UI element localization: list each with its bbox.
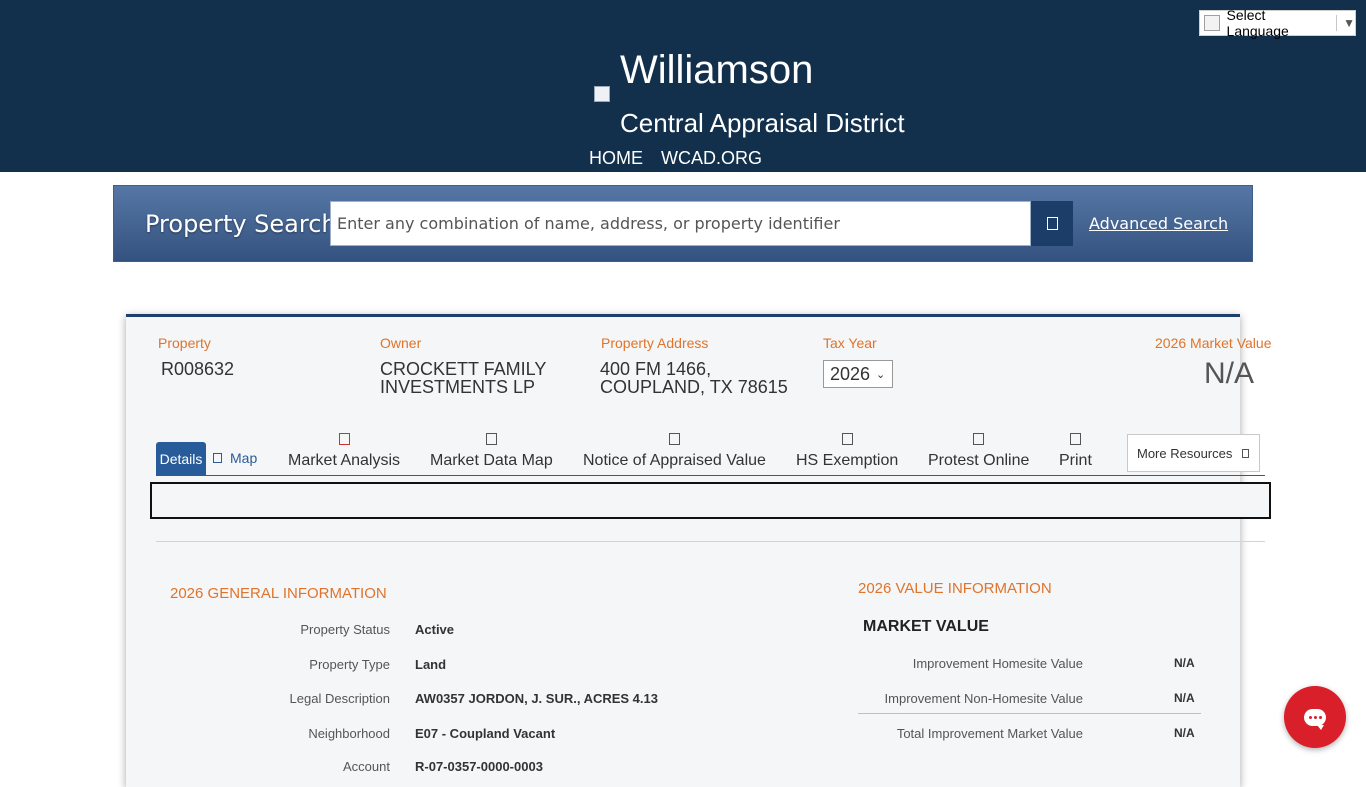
site-header: Williamson Central Appraisal District HO… xyxy=(0,0,1366,172)
nav-home-link[interactable]: HOME xyxy=(589,148,643,168)
top-nav: HOME WCAD.ORG xyxy=(589,148,762,168)
document-icon xyxy=(668,433,680,445)
tool-market-analysis[interactable]: Market Analysis xyxy=(288,433,400,470)
general-row-value: Active xyxy=(415,622,455,637)
advanced-search-link[interactable]: Advanced Search xyxy=(1089,214,1228,233)
nav-wcad-link[interactable]: WCAD.ORG xyxy=(661,148,762,168)
tool-label: Print xyxy=(1059,452,1092,469)
market-value-heading: MARKET VALUE xyxy=(863,618,989,635)
search-input[interactable] xyxy=(330,201,1031,246)
owner-line-2: INVESTMENTS LP xyxy=(380,377,536,397)
google-translate-icon xyxy=(1204,15,1220,31)
language-separator xyxy=(1336,15,1338,31)
tool-hs-exemption[interactable]: HS Exemption xyxy=(796,433,898,470)
tab-map-label: Map xyxy=(230,450,258,466)
map-icon xyxy=(485,433,497,445)
tab-map[interactable]: Map xyxy=(213,450,257,466)
search-title: Property Search xyxy=(145,210,337,238)
general-row-label: Neighborhood xyxy=(308,726,390,741)
general-row-label: Legal Description xyxy=(289,691,390,706)
map-marker-icon xyxy=(213,453,222,463)
site-title: Williamson xyxy=(620,48,814,92)
print-icon xyxy=(1069,433,1081,445)
chart-icon xyxy=(338,433,350,445)
gavel-icon xyxy=(973,433,985,445)
tool-notice-of-appraised-value[interactable]: Notice of Appraised Value xyxy=(583,433,766,470)
chat-bubble-icon xyxy=(1304,708,1326,730)
market-value: N/A xyxy=(1203,357,1254,390)
value-row-label: Total Improvement Market Value xyxy=(896,726,1083,741)
tax-year-select[interactable]: 2026 ⌄ xyxy=(823,360,893,388)
dropdown-arrow-icon: ▼ xyxy=(1343,16,1355,30)
tab-details[interactable]: Details xyxy=(156,442,206,476)
general-row-value: R-07-0357-0000-0003 xyxy=(415,759,543,774)
property-label: Property xyxy=(158,335,211,351)
value-row-value: N/A xyxy=(1174,726,1195,740)
tool-label: Market Data Map xyxy=(430,452,553,469)
search-button[interactable] xyxy=(1031,201,1073,246)
address-line-1: 400 FM 1466, xyxy=(600,359,712,379)
tab-content-panel xyxy=(150,482,1271,519)
general-row-value: E07 - Coupland Vacant xyxy=(415,726,556,741)
search-icon xyxy=(1046,217,1058,230)
chat-button[interactable] xyxy=(1284,686,1346,748)
language-label: Select Language xyxy=(1226,7,1289,39)
section-divider xyxy=(156,541,1265,542)
owner-line-1: CROCKETT FAMILY xyxy=(380,359,547,379)
value-row-label: Improvement Homesite Value xyxy=(912,656,1083,671)
more-resources-label: More Resources xyxy=(1137,445,1233,461)
tool-label: Market Analysis xyxy=(288,452,401,469)
tool-label: Protest Online xyxy=(928,452,1030,469)
general-row-label: Property Type xyxy=(309,657,390,672)
owner-label: Owner xyxy=(380,335,422,351)
value-row-label: Improvement Non-Homesite Value xyxy=(884,691,1083,706)
logo-image xyxy=(594,86,610,102)
chevron-down-icon xyxy=(1242,448,1250,458)
tool-protest-online[interactable]: Protest Online xyxy=(928,433,1029,470)
tool-label: HS Exemption xyxy=(796,452,899,469)
general-row-label: Property Status xyxy=(300,622,390,637)
tool-label: Notice of Appraised Value xyxy=(583,452,766,469)
property-card: Property R008632 Owner CROCKETT FAMILY I… xyxy=(126,314,1271,787)
site-subtitle: Central Appraisal District xyxy=(620,108,905,138)
tool-print[interactable]: Print xyxy=(1059,433,1092,470)
tax-year-value: 2026 xyxy=(830,363,871,384)
value-row-value: N/A xyxy=(1174,656,1195,670)
value-row-value: N/A xyxy=(1174,691,1195,705)
general-row-value: Land xyxy=(415,657,447,672)
address-label: Property Address xyxy=(601,335,709,351)
general-info-heading: 2026 GENERAL INFORMATION xyxy=(170,585,387,602)
home-icon xyxy=(841,433,853,445)
general-row-value: AW0357 JORDON, J. SUR., ACRES 4.13 xyxy=(415,691,658,706)
value-info-heading: 2026 VALUE INFORMATION xyxy=(858,580,1052,597)
tabs-underline xyxy=(156,475,1265,476)
property-id: R008632 xyxy=(161,359,235,379)
address-line-2: COUPLAND, TX 78615 xyxy=(600,377,788,397)
language-selector[interactable]: Select Language ▼ xyxy=(1199,7,1356,39)
tax-year-label: Tax Year xyxy=(823,335,877,351)
value-divider xyxy=(858,713,1201,714)
property-search-bar: Property Search Advanced Search xyxy=(113,185,1253,262)
chevron-down-icon: ⌄ xyxy=(876,368,886,381)
tool-market-data-map[interactable]: Market Data Map xyxy=(430,433,553,470)
general-row-label: Account xyxy=(343,759,390,774)
more-resources-button[interactable]: More Resources xyxy=(1127,434,1260,472)
market-value-label: 2026 Market Value xyxy=(1155,335,1272,351)
